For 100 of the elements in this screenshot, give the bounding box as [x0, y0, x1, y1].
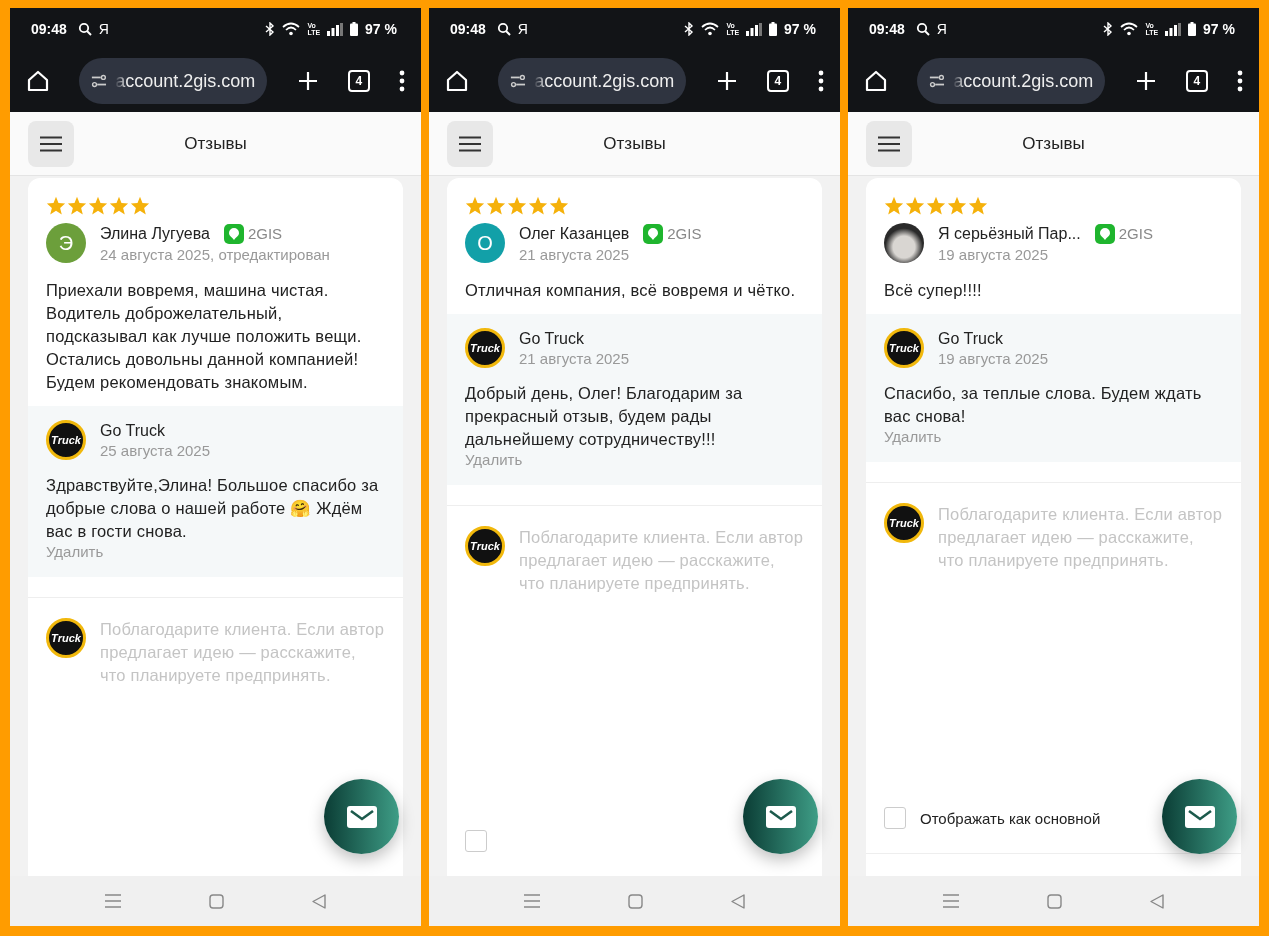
battery-level: 97 % — [1203, 21, 1235, 37]
avatar: О — [465, 223, 505, 263]
search-icon — [915, 22, 930, 36]
review-text: Всё супер!!!! — [884, 280, 983, 301]
menu-button[interactable] — [447, 120, 493, 167]
bluetooth-icon — [265, 22, 276, 36]
menu-icon[interactable] — [878, 135, 900, 152]
tab-count-button[interactable]: 4 — [347, 70, 370, 92]
envelope-icon[interactable] — [346, 805, 377, 828]
star-icon — [109, 196, 129, 215]
star-icon — [528, 196, 548, 215]
menu-icon[interactable] — [40, 135, 62, 152]
envelope-icon[interactable] — [765, 805, 796, 828]
reply-field[interactable]: Поблагодарите клиента. Если автор предлагает идею — расскажите, что планируете предпринять. — [938, 503, 1223, 603]
map-pin-icon — [643, 223, 664, 244]
site-settings-icon[interactable] — [929, 73, 946, 89]
new-tab-icon[interactable] — [296, 70, 319, 92]
review-text: Приехали вовремя, машина чистая. Водитель доброжелательный, подсказывал как лучше положить вещи. Остались довольны данной компанией! Будем рекомендовать знакомым. — [46, 280, 363, 393]
source-label: 2GIS — [667, 225, 702, 242]
company-logo: Truck — [884, 503, 924, 543]
checkbox-label: Отображать как основной — [920, 809, 1101, 827]
author-name: Элина Лугуева — [100, 224, 210, 243]
author-name: Я серьёзный Пар... — [938, 224, 1081, 243]
battery-level: 97 % — [784, 21, 816, 37]
status-time: 09:48 — [450, 21, 486, 37]
wifi-icon — [1120, 22, 1139, 36]
signal-icon — [746, 22, 763, 36]
avatar: Э — [46, 223, 86, 263]
more-icon[interactable] — [1237, 70, 1243, 92]
reply-date: 19 августа 2025 — [938, 349, 1049, 367]
battery-level: 97 % — [365, 21, 397, 37]
wifi-icon — [282, 22, 301, 36]
star-icon — [968, 196, 988, 215]
page-title: Отзывы — [1022, 133, 1085, 154]
star-icon — [905, 196, 925, 215]
menu-icon[interactable] — [459, 135, 481, 152]
site-settings-icon[interactable] — [510, 73, 527, 89]
app-glyph: Я — [98, 21, 109, 37]
star-icon — [88, 196, 108, 215]
address-bar[interactable]: account.2gis.com — [917, 58, 1106, 104]
review-text: Отличная компания, всё вовремя и чётко. — [465, 280, 797, 301]
reply-date: 25 августа 2025 — [100, 441, 211, 459]
checkbox[interactable] — [465, 830, 487, 852]
menu-button[interactable] — [866, 120, 912, 167]
more-icon[interactable] — [818, 70, 824, 92]
site-settings-icon[interactable] — [91, 73, 108, 89]
checkbox[interactable] — [884, 807, 906, 829]
star-icon — [926, 196, 946, 215]
status-time: 09:48 — [869, 21, 905, 37]
menu-button[interactable] — [28, 120, 74, 167]
address-bar[interactable]: account.2gis.com — [79, 58, 268, 104]
new-tab-icon[interactable] — [1134, 70, 1157, 92]
wifi-icon — [701, 22, 720, 36]
star-icon — [486, 196, 506, 215]
source-label: 2GIS — [247, 225, 283, 242]
app-glyph: Я — [936, 21, 947, 37]
photo-placeholder — [884, 223, 924, 263]
reply-date: 21 августа 2025 — [519, 349, 630, 367]
star-icon — [130, 196, 150, 215]
search-icon — [496, 22, 511, 36]
tab-count-button[interactable]: 4 — [1185, 70, 1208, 92]
company-logo: Truck — [465, 526, 505, 566]
battery-icon — [350, 22, 359, 36]
bluetooth-icon — [684, 22, 695, 36]
status-time: 09:48 — [31, 21, 67, 37]
envelope-icon[interactable] — [1184, 805, 1215, 828]
star-icon — [67, 196, 87, 215]
map-pin-icon — [1094, 223, 1115, 244]
star-icon — [947, 196, 967, 215]
reply-text: Спасибо, за теплые слова. Будем ждать вас снова! — [884, 383, 1203, 427]
signal-icon — [1165, 22, 1182, 36]
signal-icon — [327, 22, 344, 36]
reply-text: Добрый день, Олег! Благодарим за прекрасный отзыв, будем рады дальнейшему сотрудничеству!!! — [465, 383, 744, 450]
author-name: Олег Казанцев — [519, 224, 630, 243]
back-icon[interactable] — [312, 893, 326, 909]
back-icon[interactable] — [1150, 893, 1164, 909]
review-date: 24 августа 2025, отредактирован — [100, 245, 330, 263]
review-date: 21 августа 2025 — [519, 245, 631, 263]
map-pin-icon — [223, 223, 244, 244]
more-icon[interactable] — [399, 70, 405, 92]
reply-field[interactable]: Поблагодарите клиента. Если автор предлагает идею — расскажите, что планируете предпринять. — [100, 618, 385, 718]
page-title: Отзывы — [184, 133, 247, 154]
bluetooth-icon — [1103, 22, 1114, 36]
star-icon — [549, 196, 569, 215]
app-glyph: Я — [517, 21, 528, 37]
address-bar[interactable]: account.2gis.com — [498, 58, 687, 104]
back-icon[interactable] — [731, 893, 745, 909]
company-name: Go Truck — [938, 329, 1004, 348]
company-logo: Truck — [46, 618, 86, 658]
new-tab-icon[interactable] — [715, 70, 738, 92]
company-name: Go Truck — [100, 421, 166, 440]
page-title: Отзывы — [603, 133, 666, 154]
reply-field[interactable]: Поблагодарите клиента. Если автор предлагает идею — расскажите, что планируете предпринять. — [519, 526, 804, 626]
battery-icon — [1188, 22, 1197, 36]
review-date: 19 августа 2025 — [938, 245, 1050, 263]
company-logo: Truck — [46, 420, 86, 460]
company-logo: Truck — [884, 328, 924, 368]
company-name: Go Truck — [519, 329, 585, 348]
reply-text: Здравствуйте,Элина! Большое спасибо за добрые слова о нашей работе 🤗 Ждём вас в гости снова. — [46, 475, 380, 542]
tab-count-button[interactable]: 4 — [766, 70, 789, 92]
